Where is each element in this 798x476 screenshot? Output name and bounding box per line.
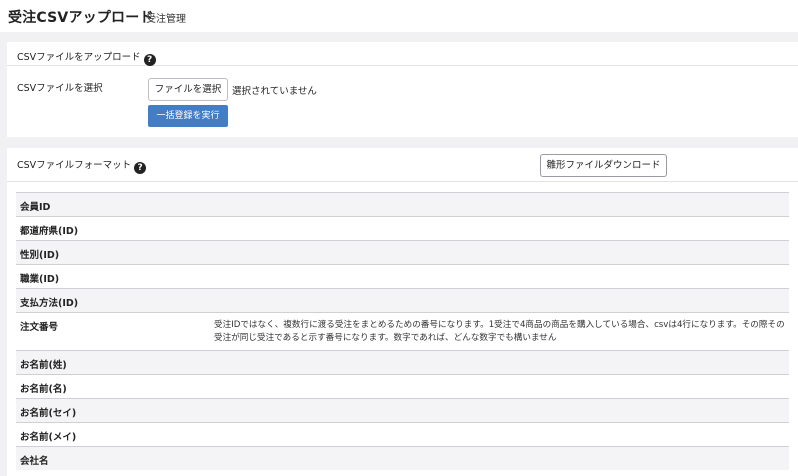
format-card-title: CSVファイルフォーマット?	[17, 157, 147, 174]
upload-card-header: CSVファイルをアップロード?	[7, 42, 798, 66]
row-label: 会員ID	[20, 202, 51, 213]
help-icon[interactable]: ?	[134, 162, 147, 174]
table-row: 注文番号 受注IDではなく、複数行に渡る受注をまとめるための番号になります。1受…	[16, 312, 789, 350]
table-row: 職業(ID)	[16, 264, 789, 288]
file-choose-button[interactable]: ファイルを選択	[148, 78, 228, 101]
table-row: 性別(ID)	[16, 240, 789, 264]
row-label: お名前(セイ)	[20, 408, 77, 419]
format-card: CSVファイルフォーマット? 雛形ファイルダウンロード 会員ID 都道府県(ID…	[7, 148, 798, 476]
row-label: お名前(名)	[20, 384, 67, 395]
table-row: お名前(メイ)	[16, 422, 789, 446]
row-label: お名前(メイ)	[20, 432, 77, 443]
upload-card: CSVファイルをアップロード? CSVファイルを選択 ファイルを選択 選択されて…	[7, 42, 798, 137]
page-subtitle: 受注管理	[146, 14, 186, 25]
table-row: お名前(セイ)	[16, 398, 789, 422]
row-label: 性別(ID)	[20, 250, 60, 261]
page-title: 受注CSVアップロード	[8, 10, 154, 26]
row-label: 職業(ID)	[20, 274, 60, 285]
file-select-label: CSVファイルを選択	[17, 83, 103, 94]
table-row: 会社名	[16, 446, 789, 470]
upload-card-title: CSVファイルをアップロード?	[17, 49, 156, 66]
row-label: 会社名	[20, 456, 49, 467]
row-label: 支払方法(ID)	[20, 298, 79, 309]
upload-card-title-text: CSVファイルをアップロード	[17, 52, 141, 63]
row-description: 受注IDではなく、複数行に渡る受注をまとめるための番号になります。1受注で4商品…	[214, 320, 785, 343]
table-row: お名前(名)	[16, 374, 789, 398]
row-label: お名前(姓)	[20, 360, 67, 371]
table-row: 会員ID	[16, 192, 789, 216]
table-row: 都道府県(ID)	[16, 216, 789, 240]
bulk-register-button[interactable]: 一括登録を実行	[148, 105, 228, 127]
row-label: 都道府県(ID)	[20, 226, 79, 237]
format-card-title-text: CSVファイルフォーマット	[17, 160, 132, 171]
row-label: 注文番号	[20, 322, 59, 333]
table-row: お名前(姓)	[16, 350, 789, 374]
format-card-header: CSVファイルフォーマット? 雛形ファイルダウンロード	[7, 148, 798, 182]
template-download-button[interactable]: 雛形ファイルダウンロード	[540, 154, 667, 177]
file-status-text: 選択されていません	[232, 86, 317, 97]
format-table: 会員ID 都道府県(ID) 性別(ID) 職業(ID) 支払方法(ID) 注文番…	[16, 192, 789, 470]
table-row: 支払方法(ID)	[16, 288, 789, 312]
page-header: 受注CSVアップロード 受注管理	[0, 0, 798, 32]
help-icon[interactable]: ?	[143, 54, 156, 66]
